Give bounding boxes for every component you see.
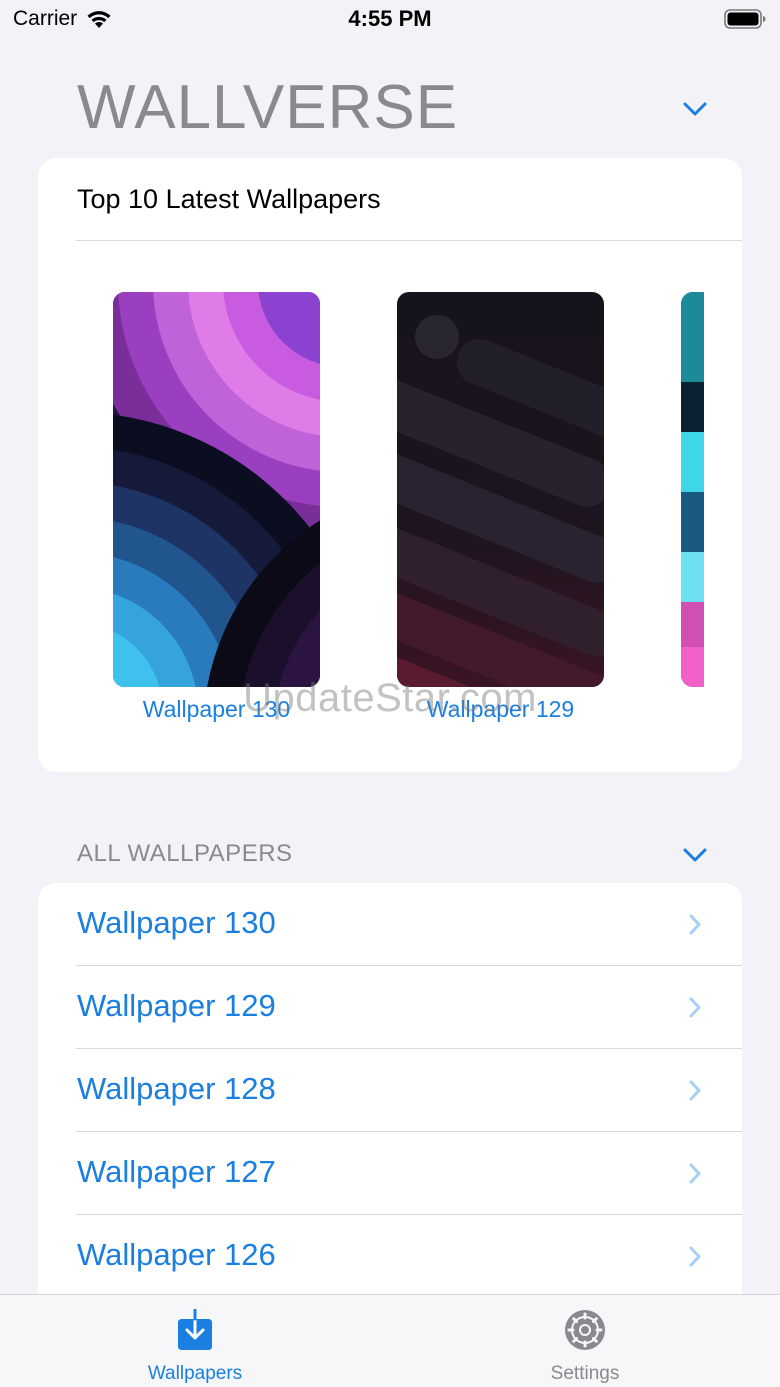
tab-wallpapers[interactable]: Wallpapers <box>0 1295 390 1387</box>
list-item-label: Wallpaper 130 <box>77 905 276 940</box>
list-item-label: Wallpaper 129 <box>77 988 276 1023</box>
divider <box>76 240 742 241</box>
all-wallpapers-header: ALL WALLPAPERS <box>77 840 293 867</box>
wallpaper-128-image <box>681 292 704 687</box>
all-wallpapers-list: Wallpaper 130 Wallpaper 129 Wallpaper 12… <box>38 883 742 1323</box>
chevron-right-icon <box>689 997 701 1018</box>
list-item[interactable]: Wallpaper 130 <box>38 883 742 966</box>
wallpaper-130-image <box>113 292 320 687</box>
chevron-down-icon[interactable] <box>682 847 708 863</box>
chevron-down-icon[interactable] <box>682 101 708 117</box>
chevron-right-icon <box>689 1163 701 1184</box>
list-item-label: Wallpaper 128 <box>77 1071 276 1106</box>
watermark: UpdateStar.com <box>243 676 537 720</box>
status-bar: Carrier 4:55 PM <box>0 0 780 40</box>
list-item-label: Wallpaper 126 <box>77 1237 276 1272</box>
list-item[interactable]: Wallpaper 127 <box>38 1132 742 1215</box>
download-icon <box>178 1309 212 1350</box>
tab-settings[interactable]: Settings <box>390 1295 780 1387</box>
battery-icon <box>724 9 766 29</box>
wallpaper-thumbnail[interactable] <box>681 292 704 687</box>
list-item[interactable]: Wallpaper 129 <box>38 966 742 1049</box>
chevron-right-icon <box>689 1246 701 1267</box>
top-wallpapers-title: Top 10 Latest Wallpapers <box>77 184 381 214</box>
tab-bar: Wallpapers Settings <box>0 1294 780 1387</box>
app-title: WALLVERSE <box>77 73 459 142</box>
list-item[interactable]: Wallpaper 128 <box>38 1049 742 1132</box>
chevron-right-icon <box>689 1080 701 1101</box>
gear-icon <box>565 1310 605 1350</box>
wallpaper-129-image <box>397 292 604 687</box>
tab-label: Wallpapers <box>147 1363 243 1384</box>
status-time: 4:55 PM <box>348 6 432 31</box>
chevron-right-icon <box>689 914 701 935</box>
tab-label: Settings <box>550 1363 620 1384</box>
list-item-label: Wallpaper 127 <box>77 1154 276 1189</box>
wallpaper-thumbnail[interactable] <box>397 292 604 687</box>
list-item[interactable]: Wallpaper 126 <box>38 1215 742 1298</box>
wallpaper-thumbnail[interactable] <box>113 292 320 687</box>
